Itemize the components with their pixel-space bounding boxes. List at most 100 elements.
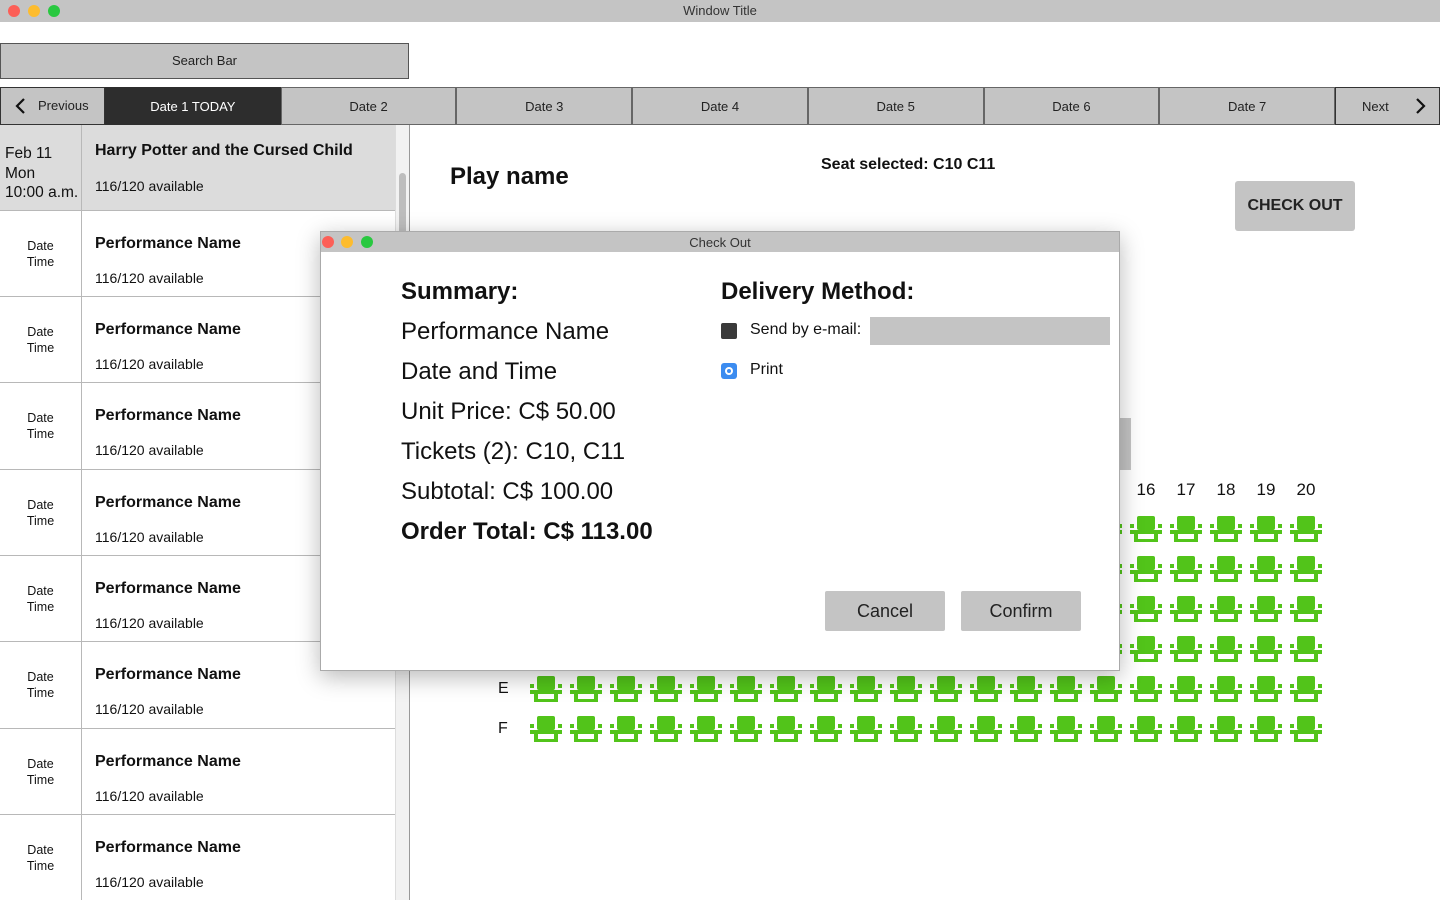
performance-row[interactable]: Date Time Performance Name 116/120 availabl… — [0, 729, 395, 815]
seat[interactable] — [809, 674, 843, 704]
performance-date-time: Date Time — [0, 556, 82, 641]
seat[interactable] — [1169, 674, 1203, 704]
seat[interactable] — [1249, 634, 1283, 664]
date-tab-2[interactable]: Date 2 — [280, 87, 457, 125]
seat[interactable] — [849, 714, 883, 744]
seat[interactable] — [769, 674, 803, 704]
seat[interactable] — [1289, 674, 1323, 704]
email-delivery-checkbox[interactable] — [721, 323, 737, 339]
previous-date-button[interactable]: Previous — [0, 87, 105, 125]
seat[interactable] — [1009, 714, 1043, 744]
seat-number-label: 18 — [1216, 480, 1236, 499]
seat[interactable] — [1009, 674, 1043, 704]
seat[interactable] — [1249, 514, 1283, 544]
seat[interactable] — [609, 714, 643, 744]
seat[interactable] — [1089, 674, 1123, 704]
seat-row-label: F — [498, 720, 508, 737]
seat[interactable] — [729, 714, 763, 744]
email-input[interactable] — [870, 317, 1110, 345]
seat[interactable] — [969, 674, 1003, 704]
seat[interactable] — [529, 714, 563, 744]
seat[interactable] — [1249, 714, 1283, 744]
seat[interactable] — [1169, 514, 1203, 544]
seat[interactable] — [1249, 674, 1283, 704]
performance-name: Performance Name — [95, 235, 241, 252]
performance-availability: 116/120 available — [95, 270, 204, 286]
performance-name: Performance Name — [95, 494, 241, 511]
seat[interactable] — [1249, 554, 1283, 584]
summary-date-time: Date and Time — [401, 358, 558, 385]
date-tab-1[interactable]: Date 1 TODAY — [105, 87, 281, 125]
seat[interactable] — [1169, 554, 1203, 584]
search-bar[interactable]: Search Bar — [0, 43, 409, 79]
seat[interactable] — [649, 714, 683, 744]
seat[interactable] — [1209, 674, 1243, 704]
seat[interactable] — [609, 674, 643, 704]
performance-row[interactable]: Feb 11 Mon 10:00 a.m. Harry Potter and the … — [0, 125, 395, 211]
seat[interactable] — [569, 714, 603, 744]
seat[interactable] — [1249, 594, 1283, 624]
seat[interactable] — [1169, 634, 1203, 664]
previous-date-label: Previous — [38, 98, 89, 113]
seat[interactable] — [1129, 714, 1163, 744]
performance-time: Time — [26, 858, 55, 873]
performance-date: Date — [27, 324, 54, 339]
seat[interactable] — [1169, 594, 1203, 624]
seat[interactable] — [1129, 594, 1163, 624]
seat[interactable] — [1209, 634, 1243, 664]
seat[interactable] — [1129, 634, 1163, 664]
scroll-thumb[interactable] — [399, 173, 406, 235]
seat[interactable] — [1209, 554, 1243, 584]
seat[interactable] — [1049, 674, 1083, 704]
seat[interactable] — [769, 714, 803, 744]
seat[interactable] — [689, 714, 723, 744]
play-name: Play name — [450, 163, 569, 190]
seat[interactable] — [1129, 514, 1163, 544]
seat[interactable] — [1289, 554, 1323, 584]
seat[interactable] — [1169, 714, 1203, 744]
seat[interactable] — [1049, 714, 1083, 744]
seat[interactable] — [849, 674, 883, 704]
date-tab-5[interactable]: Date 5 — [807, 87, 984, 125]
performance-time: 10:00 a.m. — [5, 184, 79, 201]
seat[interactable] — [529, 674, 563, 704]
seat[interactable] — [889, 674, 923, 704]
summary-tickets: Tickets (2): C10, C11 — [401, 438, 626, 465]
seat[interactable] — [1089, 714, 1123, 744]
seat[interactable] — [1209, 514, 1243, 544]
seat[interactable] — [929, 674, 963, 704]
performance-name: Performance Name — [95, 666, 241, 683]
seat[interactable] — [1209, 594, 1243, 624]
date-tab-7[interactable]: Date 7 — [1159, 87, 1335, 125]
seat[interactable] — [1289, 714, 1323, 744]
seat[interactable] — [1289, 514, 1323, 544]
next-date-button[interactable]: Next — [1335, 87, 1440, 125]
date-tab-4[interactable]: Date 4 — [632, 87, 808, 125]
check-out-button[interactable]: CHECK OUT — [1235, 181, 1355, 231]
seat[interactable] — [889, 714, 923, 744]
seat[interactable] — [689, 674, 723, 704]
cancel-button[interactable]: Cancel — [825, 591, 945, 631]
radio-selected-dot — [725, 367, 733, 375]
seat[interactable] — [969, 714, 1003, 744]
performance-row[interactable]: Date Time Performance Name 116/120 availabl… — [0, 815, 395, 900]
print-delivery-radio[interactable] — [721, 363, 737, 379]
date-tab-3[interactable]: Date 3 — [456, 87, 633, 125]
delivery-method-heading: Delivery Method: — [721, 278, 915, 305]
seat[interactable] — [569, 674, 603, 704]
performance-availability: 116/120 available — [95, 615, 204, 631]
seat[interactable] — [1129, 674, 1163, 704]
print-delivery-label: Print — [750, 361, 783, 378]
seat[interactable] — [1129, 554, 1163, 584]
seat[interactable] — [809, 714, 843, 744]
seat[interactable] — [729, 674, 763, 704]
confirm-button[interactable]: Confirm — [961, 591, 1081, 631]
date-tab-6[interactable]: Date 6 — [983, 87, 1160, 125]
seat[interactable] — [1289, 594, 1323, 624]
seat[interactable] — [1289, 634, 1323, 664]
performance-availability: 116/120 available — [95, 442, 204, 458]
seat[interactable] — [1209, 714, 1243, 744]
seat[interactable] — [649, 674, 683, 704]
performance-day: Mon — [5, 164, 36, 182]
seat[interactable] — [929, 714, 963, 744]
